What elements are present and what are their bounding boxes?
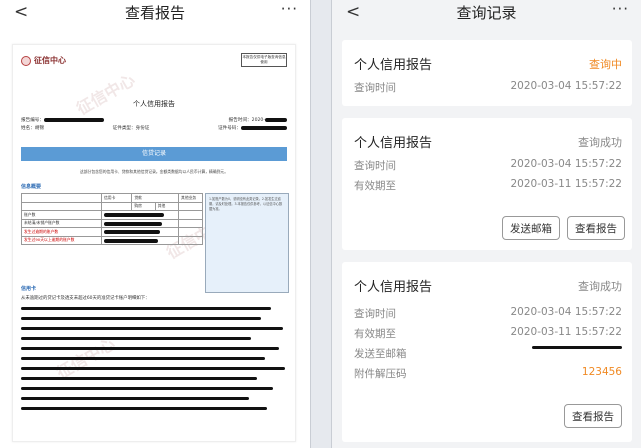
credit-report-document[interactable]: 征信中心 征信中心 征信中心 征信中心 本报告仅供电子版查询信息使用 个人信用报… (12, 44, 296, 442)
more-options-icon[interactable]: ··· (612, 0, 629, 18)
redacted-line (21, 397, 249, 400)
credit-card-intro: 从未逾期过的贷记卡及透支未超过60天的准贷记卡账户明细如下： (21, 296, 150, 301)
redacted-line (21, 307, 271, 310)
redacted-line (21, 327, 283, 330)
page-title: 查询记录 (456, 4, 517, 22)
credit-center-logo: 征信中心 (21, 55, 66, 66)
record-row: 发送至邮箱 (354, 346, 622, 361)
record-row: 附件解压码 123456 (354, 366, 622, 380)
section-credit-records: 信贷记录 (21, 147, 287, 161)
navbar: < 查询记录 ··· (332, 0, 641, 26)
page-title: 查看报告 (124, 4, 185, 22)
redacted-line (21, 367, 285, 370)
report-meta-row-1: 报告编号： 报告时间：2020- (21, 117, 287, 123)
summary-table: 信用卡 贷款 其他业务 购房 其他 账户数 未结清/未销户账户数 发生过逾期的账户数 … (21, 193, 203, 245)
record-title: 个人信用报告 (354, 136, 433, 151)
section-note: 这部分包含您的信用卡、贷款和其他信贷记录。金额类数据均以人民币计算，精确到元。 (79, 169, 229, 174)
report-meta-row-2: 姓名：胡锦 证件类型：身份证 证件号码： (21, 125, 287, 131)
view-report-button[interactable]: 查看报告 (567, 216, 625, 240)
report-viewer-screen: < 查看报告 ··· 征信中心 征信中心 征信中心 征信中心 本报告仅供电子版查… (0, 0, 310, 448)
record-title: 个人信用报告 (354, 58, 433, 73)
record-card[interactable]: 个人信用报告 查询成功 查询时间 2020-03-04 15:57:22 有效期至… (342, 118, 632, 250)
seal-icon (21, 55, 31, 66)
navbar: < 查看报告 ··· (0, 0, 310, 26)
unzip-code: 123456 (581, 366, 622, 378)
screen-divider (310, 0, 332, 448)
status-badge: 查询成功 (578, 280, 622, 293)
redacted-line (21, 387, 273, 390)
report-title: 个人信用报告 (133, 100, 175, 108)
redacted-line (21, 357, 265, 360)
watermark: 征信中心 (73, 70, 139, 119)
redacted-line (21, 317, 261, 320)
redacted-line (21, 347, 279, 350)
record-row: 有效期至 2020-03-11 15:57:22 (354, 178, 622, 192)
status-badge: 查询中 (589, 58, 622, 71)
record-card[interactable]: 个人信用报告 查询成功 查询时间 2020-03-04 15:57:22 有效期至… (342, 262, 632, 442)
masked-email (532, 346, 622, 349)
view-report-button[interactable]: 查看报告 (564, 404, 622, 428)
redacted-line (21, 377, 257, 380)
stamp: 本报告仅供电子版查询信息使用 (241, 53, 287, 67)
redacted-line (21, 407, 267, 410)
send-email-button[interactable]: 发送邮箱 (502, 216, 560, 240)
record-row: 有效期至 2020-03-11 15:57:22 (354, 326, 622, 340)
record-row: 查询时间 2020-03-04 15:57:22 (354, 306, 622, 320)
more-options-icon[interactable]: ··· (281, 0, 298, 18)
record-card[interactable]: 个人信用报告 查询中 查询时间 2020-03-04 15:57:22 (342, 40, 632, 106)
record-row: 查询时间 2020-03-04 15:57:22 (354, 80, 622, 94)
summary-side-note: 1.如账户数为0，说明没有此类记录。2.如发生过逾期，请及时处理。3.本报告仅供… (205, 193, 289, 293)
record-row: 查询时间 2020-03-04 15:57:22 (354, 158, 622, 172)
credit-card-heading: 信用卡 (21, 286, 37, 292)
record-title: 个人信用报告 (354, 280, 433, 295)
query-records-screen: < 查询记录 ··· 个人信用报告 查询中 查询时间 2020-03-04 15:… (332, 0, 641, 448)
redacted-line (21, 337, 251, 340)
status-badge: 查询成功 (578, 136, 622, 149)
summary-heading: 信息概要 (21, 184, 42, 190)
